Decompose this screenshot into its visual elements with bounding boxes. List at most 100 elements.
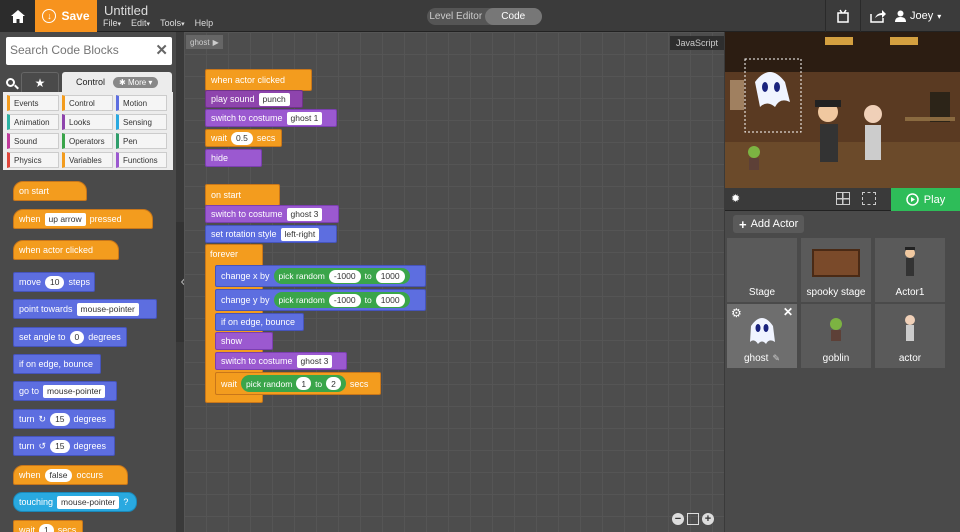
tab-control[interactable]: Control ✱ More ▾ — [62, 72, 172, 92]
category-looks[interactable]: Looks — [62, 114, 113, 130]
block-show[interactable]: show — [215, 332, 273, 350]
zoom-reset-icon[interactable] — [687, 513, 699, 525]
category-control[interactable]: Control — [62, 95, 113, 111]
play-button[interactable]: Play — [891, 188, 960, 211]
block-play-sound[interactable]: play sound punch — [205, 90, 303, 108]
actor-label: goblin — [822, 353, 850, 364]
actor-tile-stage[interactable]: Stage — [727, 238, 797, 302]
block-switch-costume[interactable]: switch to costume ghost 3 — [215, 352, 347, 370]
close-icon[interactable]: ✕ — [155, 41, 168, 59]
palette-tabs: ★ Control ✱ More ▾ — [0, 72, 176, 92]
block-when-key-pressed[interactable]: when up arrow pressed — [13, 209, 153, 229]
block-when-actor-clicked[interactable]: when actor clicked — [13, 240, 119, 260]
star-icon: ★ — [34, 75, 46, 90]
actor-tile-ghost[interactable]: ⚙ ✕ ghost ✎ — [727, 304, 797, 368]
add-actor-label: Add Actor — [750, 218, 799, 230]
stage-preview[interactable] — [725, 32, 960, 188]
block-if-on-edge-bounce[interactable]: if on edge, bounce — [215, 313, 304, 331]
caret-right-icon: ▶ — [212, 37, 219, 47]
block-switch-costume[interactable]: switch to costume ghost 3 — [205, 205, 339, 223]
actor-tile-goblin[interactable]: goblin — [801, 304, 871, 368]
block-when-occurs[interactable]: when false occurs — [13, 465, 128, 485]
pencil-icon[interactable]: ✎ — [772, 353, 780, 364]
category-events[interactable]: Events — [7, 95, 59, 111]
menu-edit[interactable]: Edit▾ — [131, 18, 150, 28]
block-switch-costume[interactable]: switch to costume ghost 1 — [205, 109, 337, 127]
block-wait-random[interactable]: wait pick random 1 to 2 secs — [215, 372, 381, 395]
category-variables[interactable]: Variables — [62, 152, 113, 168]
grid-icon[interactable] — [836, 192, 850, 205]
block-touching[interactable]: touching mouse-pointer? — [13, 492, 137, 512]
menu-file[interactable]: File▾ — [103, 18, 121, 28]
category-operators[interactable]: Operators — [62, 133, 113, 149]
category-sensing[interactable]: Sensing — [116, 114, 167, 130]
save-label: Save — [61, 9, 90, 23]
goblin-thumbnail — [801, 304, 871, 353]
block-hide[interactable]: hide — [205, 149, 262, 167]
tab-code[interactable]: Code — [484, 8, 542, 25]
block-move-steps[interactable]: move 10 steps — [13, 272, 95, 292]
block-set-angle[interactable]: set angle to 0 degrees — [13, 327, 127, 347]
javascript-button[interactable]: JavaScript — [670, 36, 724, 50]
home-button[interactable] — [0, 0, 35, 32]
actor-tile-actor1[interactable]: Actor1 — [875, 238, 945, 302]
top-bar: ↓ Save Untitled File▾ Edit▾ Tools▾ Help … — [0, 0, 960, 32]
block-wait[interactable]: wait 1 secs — [13, 520, 83, 532]
block-turn-right[interactable]: turn ↻ 15 degrees — [13, 409, 115, 429]
plus-icon: + — [739, 216, 747, 232]
block-change-y[interactable]: change y by pick random -1000 to 1000 — [215, 289, 426, 311]
more-button[interactable]: ✱ More ▾ — [113, 76, 159, 88]
code-workspace[interactable]: ghost ▶ JavaScript when actor clicked pla… — [184, 32, 724, 532]
elf-thumbnail — [875, 304, 945, 353]
gear-icon[interactable]: ⚙ — [731, 306, 742, 320]
tab-level-editor[interactable]: Level Editor — [427, 8, 485, 25]
block-if-on-edge-bounce[interactable]: if on edge, bounce — [13, 354, 101, 374]
category-physics[interactable]: Physics — [7, 152, 59, 168]
actor-label: actor — [898, 353, 922, 364]
menu-help[interactable]: Help — [195, 18, 214, 28]
zoom-controls: − + — [672, 513, 714, 525]
remix-button[interactable] — [825, 0, 860, 32]
category-sound[interactable]: Sound — [7, 133, 59, 149]
block-go-to[interactable]: go to mouse-pointer — [13, 381, 117, 401]
actor-tile-spooky-stage[interactable]: spooky stage — [801, 238, 871, 302]
zoom-out-icon[interactable]: − — [672, 513, 684, 525]
category-motion[interactable]: Motion — [116, 95, 167, 111]
project-title[interactable]: Untitled — [104, 3, 148, 18]
block-set-rotation-style[interactable]: set rotation style left-right — [205, 225, 337, 243]
block-palette: ✕ ★ Control ✱ More ▾ Events Control Moti… — [0, 32, 176, 532]
category-functions[interactable]: Functions — [116, 152, 167, 168]
add-actor-button[interactable]: + Add Actor — [733, 215, 805, 233]
close-icon[interactable]: ✕ — [783, 305, 793, 319]
user-menu[interactable]: Joey ▾ — [895, 0, 941, 32]
category-animation[interactable]: Animation — [7, 114, 59, 130]
save-button[interactable]: ↓ Save — [35, 0, 97, 32]
breadcrumb[interactable]: ghost ▶ — [186, 35, 223, 49]
block-wait[interactable]: wait 0.5 secs — [205, 129, 282, 147]
search-icon[interactable] — [6, 78, 15, 87]
search-box: ✕ — [6, 37, 172, 65]
block-point-towards[interactable]: point towards mouse-pointer — [13, 299, 157, 319]
tab-favorites[interactable]: ★ — [21, 72, 59, 92]
search-input[interactable] — [10, 37, 150, 63]
block-when-actor-clicked[interactable]: when actor clicked — [205, 69, 312, 91]
actor-label: Stage — [748, 287, 776, 298]
fullscreen-icon[interactable] — [862, 192, 876, 205]
share-icon — [869, 9, 886, 23]
block-on-start[interactable]: on start — [13, 181, 87, 201]
block-on-start[interactable]: on start — [205, 184, 280, 206]
zoom-in-icon[interactable]: + — [702, 513, 714, 525]
category-pen[interactable]: Pen — [116, 133, 167, 149]
menu-tools[interactable]: Tools▾ — [160, 18, 185, 28]
camera-icon — [837, 9, 849, 23]
bug-icon[interactable]: ✹ — [731, 192, 740, 205]
tab-control-label: Control — [76, 77, 106, 87]
block-turn-left[interactable]: turn ↺ 15 degrees — [13, 436, 115, 456]
stage-scene — [725, 32, 960, 188]
actor-tile-actor[interactable]: actor — [875, 304, 945, 368]
menu-bar: File▾ Edit▾ Tools▾ Help — [103, 18, 213, 28]
block-change-x[interactable]: change x by pick random -1000 to 1000 — [215, 265, 426, 287]
stage-thumbnail — [727, 238, 797, 287]
share-button[interactable] — [860, 0, 894, 32]
actor-label: Actor1 — [895, 287, 925, 298]
